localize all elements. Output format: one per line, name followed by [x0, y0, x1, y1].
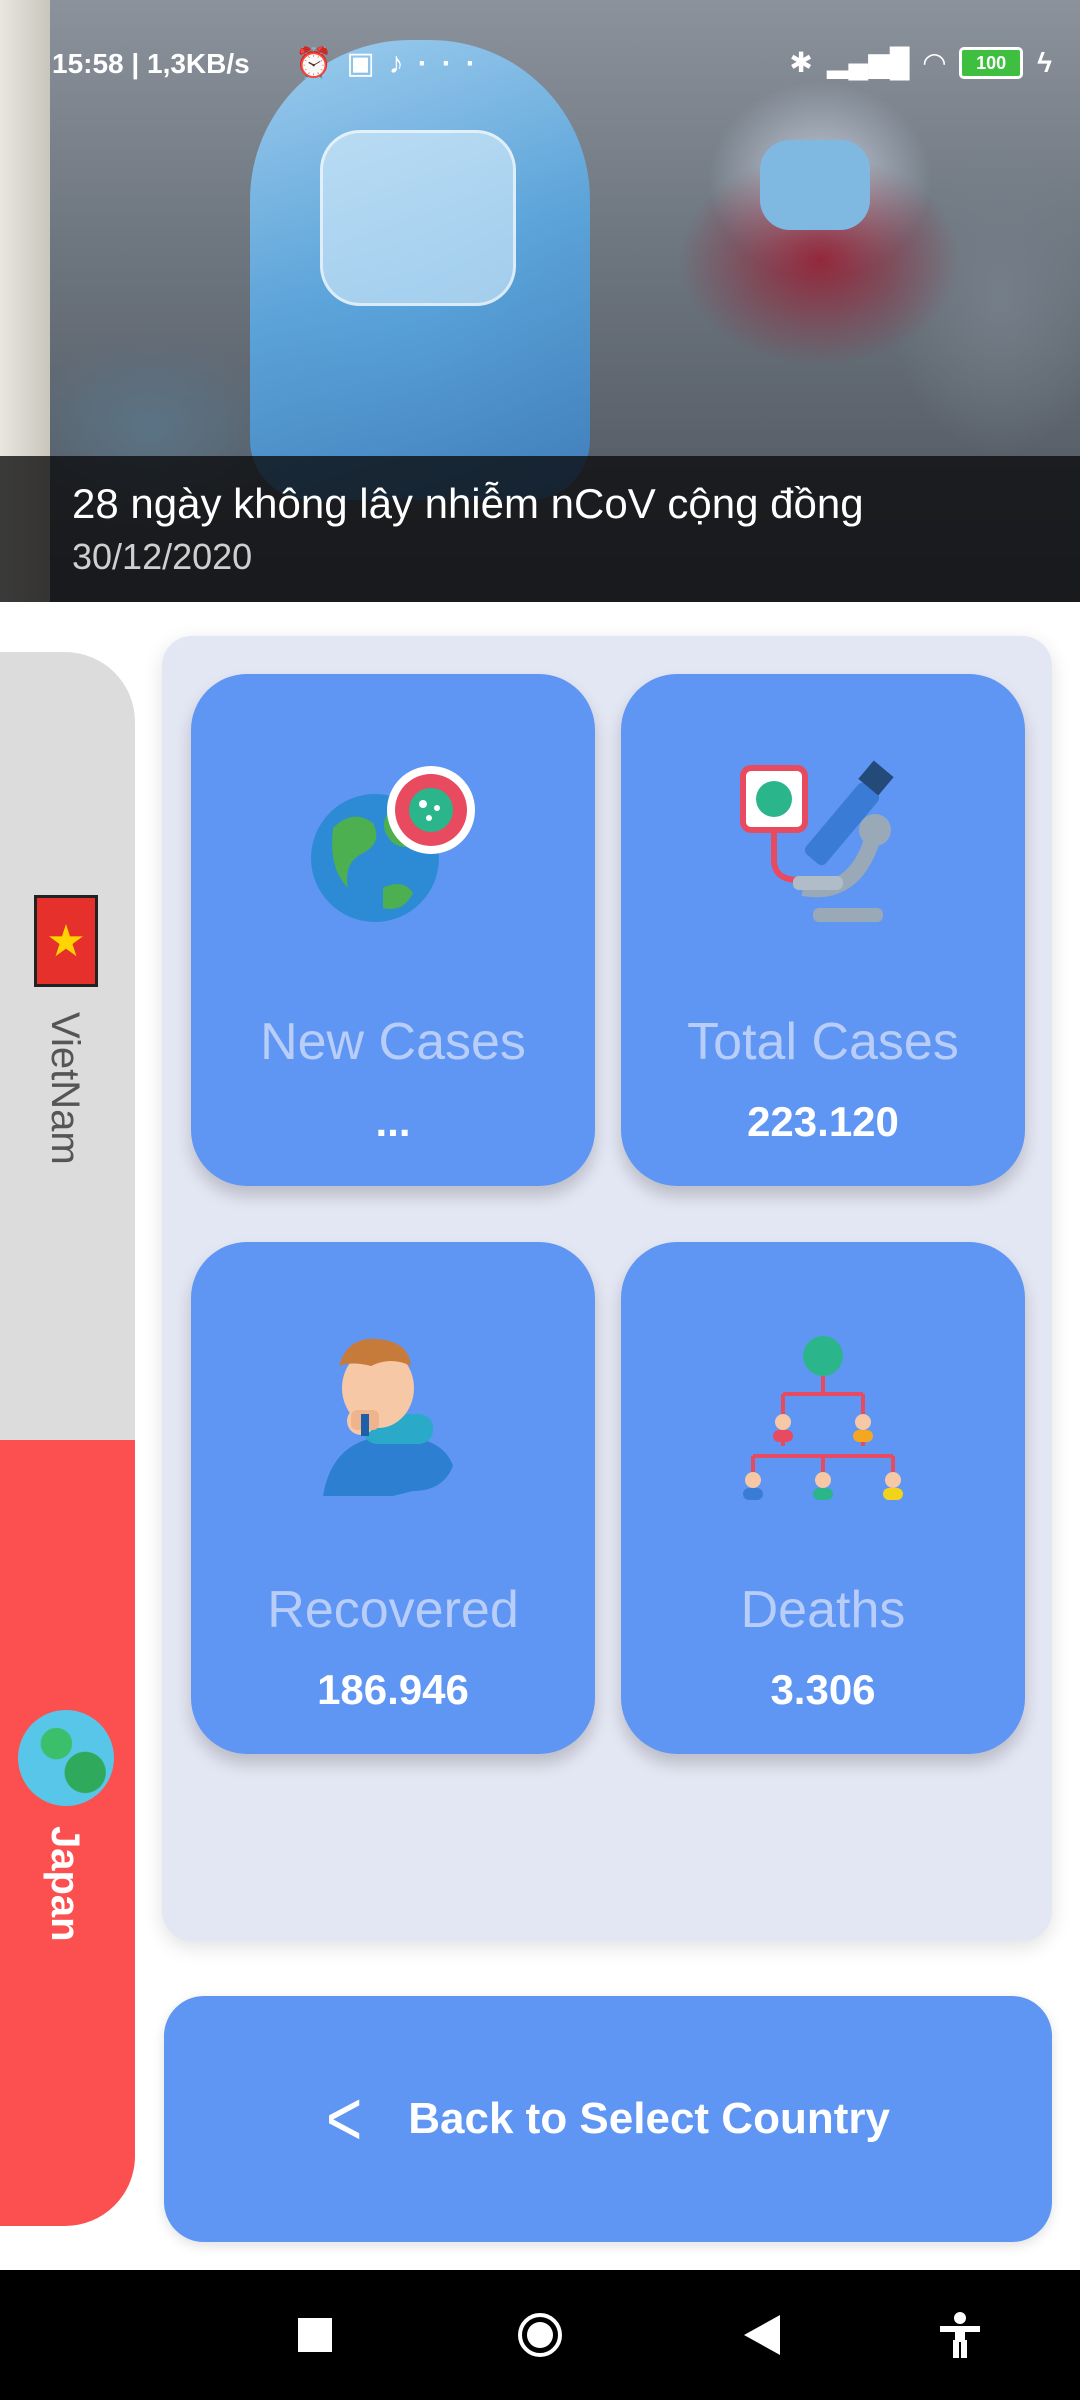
- news-date: 30/12/2020: [72, 536, 253, 577]
- status-time-speed: 15:58 | 1,3KB/s: [52, 48, 250, 79]
- accessibility-icon: [940, 2312, 980, 2358]
- circle-icon: [518, 2313, 562, 2357]
- globe-icon: [18, 1710, 114, 1806]
- more-icon: ···: [417, 47, 490, 80]
- country-tab-vietnam-label: VietNam: [43, 1012, 87, 1165]
- square-icon: [298, 2318, 332, 2352]
- spread-tree-icon: [743, 1336, 903, 1500]
- status-system-icons: ✱ ▂▄▆█ ◠ 100 ϟ: [789, 46, 1052, 79]
- stat-value: ...: [375, 1098, 411, 1145]
- back-button[interactable]: [722, 2270, 802, 2400]
- news-hero-image[interactable]: 15:58 | 1,3KB/s ⏰▣♪··· ✱ ▂▄▆█ ◠ 100 ϟ 28…: [0, 0, 1080, 602]
- stat-card-new-cases[interactable]: New Cases ...: [191, 674, 595, 1186]
- recents-button[interactable]: [280, 2270, 350, 2400]
- messenger-icon: ▣: [346, 47, 389, 80]
- signal-icon: ▂▄▆█: [826, 47, 910, 78]
- stat-value: 186.946: [317, 1666, 469, 1713]
- vietnam-flag-icon: ★: [34, 895, 98, 987]
- stat-label: Total Cases: [687, 1013, 959, 1071]
- microscope-icon: [740, 760, 894, 922]
- charging-icon: ϟ: [1037, 46, 1052, 78]
- stat-card-deaths[interactable]: Deaths 3.306: [621, 1242, 1025, 1754]
- triangle-back-icon: [744, 2315, 780, 2355]
- stat-card-recovered[interactable]: Recovered 186.946: [191, 1242, 595, 1754]
- stat-label: Recovered: [267, 1581, 519, 1639]
- stat-value: 223.120: [747, 1098, 899, 1145]
- stat-value: 3.306: [770, 1666, 876, 1713]
- news-title[interactable]: 28 ngày không lây nhiễm nCoV cộng đồng: [72, 480, 864, 528]
- accessibility-button[interactable]: [920, 2270, 1000, 2400]
- system-nav-bar: [0, 2270, 1080, 2400]
- stat-label: Deaths: [740, 1581, 906, 1639]
- coughing-person-icon: [323, 1338, 453, 1496]
- status-bar: 15:58 | 1,3KB/s ⏰▣♪··· ✱ ▂▄▆█ ◠ 100 ϟ: [0, 0, 1080, 130]
- wifi-icon: ◠: [923, 47, 946, 78]
- hero-face-shield: [320, 130, 516, 306]
- home-button[interactable]: [500, 2270, 580, 2400]
- back-button-label: Back to Select Country: [408, 2094, 890, 2143]
- tiktok-icon: ♪: [388, 47, 418, 80]
- bluetooth-icon: ✱: [789, 47, 813, 78]
- stat-label: New Cases: [260, 1013, 526, 1071]
- globe-virus-icon: [311, 766, 475, 922]
- back-to-select-country-button[interactable]: < Back to Select Country: [164, 1996, 1052, 2242]
- battery-icon: 100: [959, 46, 1024, 79]
- chevron-left-icon: <: [326, 2075, 363, 2163]
- alarm-icon: ⏰: [295, 47, 347, 80]
- country-tab-japan-label: Japan: [43, 1826, 87, 1942]
- news-caption[interactable]: 28 ngày không lây nhiễm nCoV cộng đồng 3…: [0, 456, 1080, 602]
- status-notification-icons: ⏰▣♪···: [295, 46, 490, 81]
- stat-card-total-cases[interactable]: Total Cases 223.120: [621, 674, 1025, 1186]
- hero-bystander-mask: [760, 140, 870, 230]
